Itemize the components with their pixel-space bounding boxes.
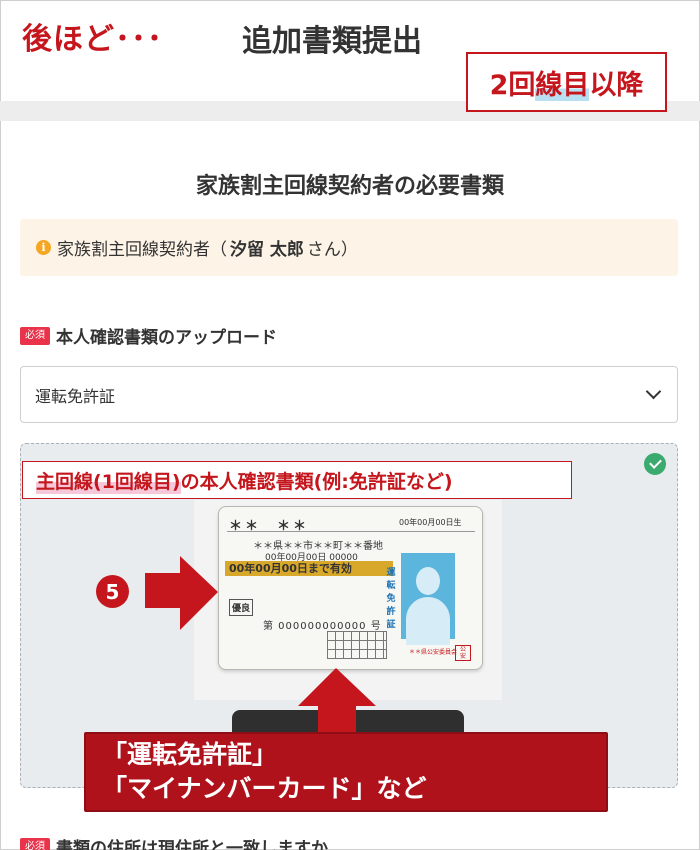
line-prefix: 2回 xyxy=(489,69,536,101)
document-examples-callout: 「運転免許証」 「マイナンバーカード」など xyxy=(84,732,608,812)
line-number-annotation: 2回線目以降 xyxy=(466,52,667,112)
line-suffix: 以降 xyxy=(589,69,644,101)
arrow-up-icon xyxy=(298,668,376,738)
callout-line-1: 「運転免許証」 xyxy=(102,740,278,769)
callout-line-2: 「マイナンバーカード」など xyxy=(102,774,427,803)
line-highlight: 線目 xyxy=(535,69,590,101)
